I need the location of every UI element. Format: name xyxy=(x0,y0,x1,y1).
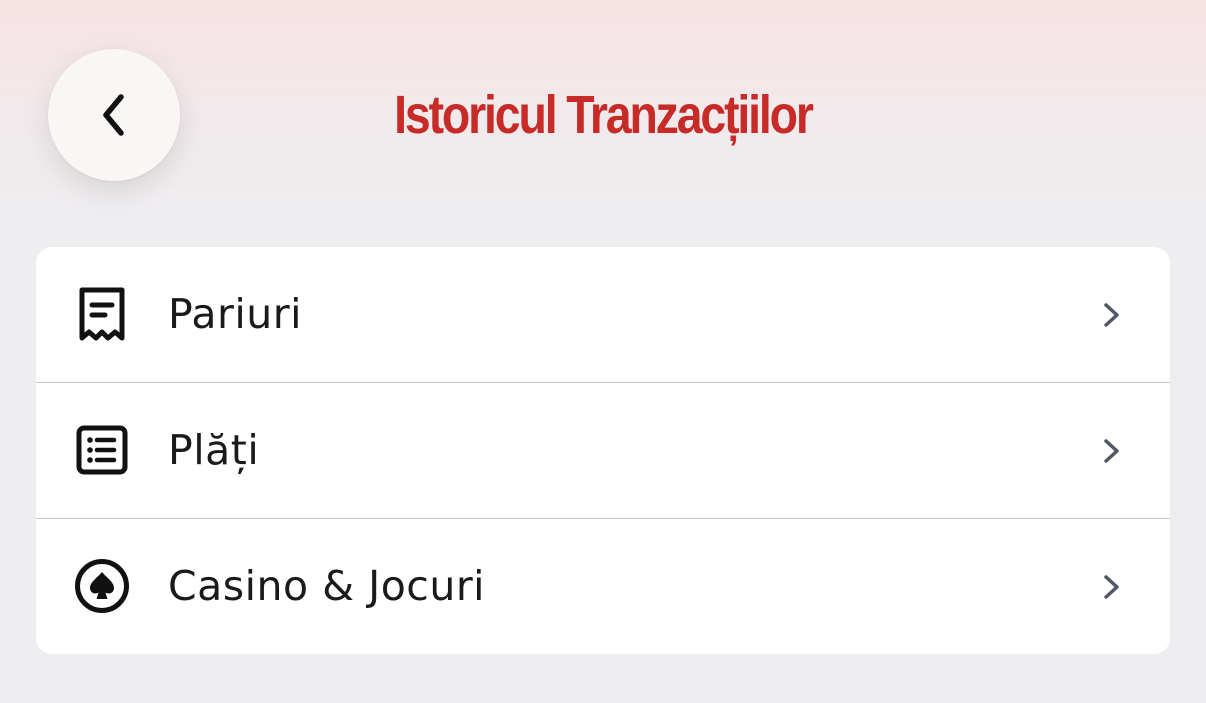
menu-item-label: Plăți xyxy=(168,426,260,474)
list-icon xyxy=(74,422,130,478)
menu-item-casino-jocuri[interactable]: Casino & Jocuri xyxy=(36,519,1170,654)
menu-item-plati[interactable]: Plăți xyxy=(36,383,1170,518)
chevron-right-icon xyxy=(1099,437,1125,465)
page-title: Istoricul Tranzacțiilor xyxy=(394,85,814,145)
spade-icon xyxy=(74,558,130,614)
chevron-right-icon xyxy=(1099,301,1125,329)
menu-item-pariuri[interactable]: Pariuri xyxy=(36,247,1170,382)
menu-item-label: Pariuri xyxy=(168,290,302,338)
chevron-right-icon xyxy=(1099,573,1125,601)
transaction-history-menu: Pariuri Plăți Casino & Jocuri xyxy=(36,247,1170,654)
menu-item-label: Casino & Jocuri xyxy=(168,562,486,610)
receipt-icon xyxy=(74,286,130,342)
